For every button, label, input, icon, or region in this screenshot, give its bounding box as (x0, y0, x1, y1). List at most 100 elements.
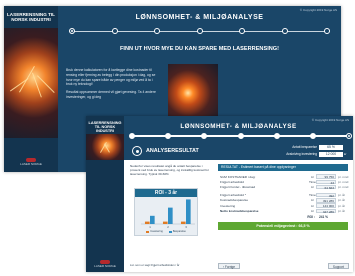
results-screen: LASERRENSNING TIL NORSK INDUSTRI LASER N… (86, 116, 353, 272)
result-label: Frigjort Fordel - tilkostnad (220, 184, 256, 189)
bar-besparelse (150, 215, 155, 224)
company-logo: LASER NORGE (89, 259, 121, 268)
result-unit: pr. år (338, 193, 346, 198)
step-dot[interactable] (111, 28, 118, 34)
app-title: LØNNSOMHET- & MILJØANALYSE (135, 14, 264, 21)
result-unit: pr. mnd (338, 179, 349, 184)
savings-percent-input[interactable]: 65 % (319, 144, 343, 150)
results-panel: RESULTAT - Estimert basert på dine opply… (218, 164, 348, 231)
laser-photo (86, 134, 124, 160)
bar-besparelse (186, 199, 191, 224)
input-block: Antatt besparelse 65 % Avskriving invest… (277, 144, 349, 158)
app-title: LØNNSOMHET- & MILJØANALYSE (180, 123, 297, 130)
result-currency: kr (311, 174, 314, 179)
logo-text: LASER NORGE (20, 161, 42, 166)
step-dot[interactable] (239, 28, 245, 34)
step-dot[interactable] (69, 28, 75, 34)
step-dot[interactable] (237, 133, 244, 139)
result-value: 144 000 (316, 203, 336, 208)
result-value: 99 750 (316, 174, 336, 179)
result-label: Frigjort arbeidstid * (220, 193, 246, 198)
step-dot[interactable] (165, 133, 172, 139)
input-row-savings: Antatt besparelse 65 % (277, 144, 349, 150)
input-label: Avskriving investering (286, 152, 317, 156)
sidebar-title: LASERRENSNING TIL NORSK INDUSTRI (88, 121, 122, 133)
step-progress (69, 28, 330, 34)
page-headline: FINN UT HVOR MYE DU KAN SPARE MED LASERR… (119, 46, 279, 52)
depreciation-input[interactable]: 12 000 (319, 151, 343, 157)
gain-value: 66,5 % (298, 224, 310, 229)
legend-item: Investering (146, 230, 163, 233)
result-label: Kostnadsbesparelse (220, 198, 249, 203)
legend-swatch (146, 230, 150, 233)
sidebar-title: LASERRENSNING TIL NORSK INDUSTRI (7, 12, 55, 22)
roi-label: ROI : (307, 215, 315, 220)
result-label: Netto kostnadsbesparelse (220, 208, 259, 213)
roi-chart-title: ROI - 3 år (135, 189, 197, 197)
intro-paragraph: Bruk denne kalkulatoren for å kartlegge … (66, 68, 156, 87)
section-title: ANALYSERESULTAT (146, 148, 199, 154)
gain-label: Potensiell miljøgevinst : (256, 224, 298, 229)
step-dot[interactable] (154, 28, 160, 34)
logo-text: LASER NORGE (94, 263, 116, 268)
result-unit: pr. mnd (338, 174, 349, 179)
legend-swatch (168, 230, 172, 233)
result-currency: Timer (309, 193, 317, 198)
result-value: 43 (316, 179, 336, 185)
environmental-gain-bar: Potensiell miljøgevinst : 66,5 % (218, 222, 348, 231)
footer-note: Lst. som er sagt frigjørt arbeidstiden /… (130, 263, 180, 267)
result-row: SUM KOSTNADER i dag: kr 99 750 pr. mnd (218, 174, 348, 179)
result-row: Frigjort arbeidstid Timer 43 pr. mnd (218, 179, 349, 185)
step-dot[interactable] (201, 133, 208, 139)
results-group: Frigjort arbeidstid * Timer 492 pr. år Kostn… (218, 192, 348, 214)
result-value: 64 663 (316, 184, 336, 190)
laser-cleaning-photo (168, 64, 218, 122)
roi-chart-panel: ROI - 3 år 1 2 3 Investering Besparelse (134, 188, 198, 236)
result-currency: kr (311, 203, 314, 208)
result-row: Netto kostnadsbesparelse kr 347 286 pr. år (218, 208, 348, 214)
support-button[interactable]: Support (327, 263, 349, 269)
input-row-depreciation: Avskriving investering 12 000 kr (277, 151, 349, 157)
bar-investering (162, 221, 168, 224)
result-row: Frigjort Fordel - tilkostnad kr 64 663 pr. … (218, 184, 349, 190)
legend-item: Besparelse (168, 230, 186, 233)
result-unit: pr. mnd (338, 184, 349, 189)
bar-investering (144, 221, 150, 224)
result-label: SUM KOSTNADER i dag: (220, 174, 256, 179)
x-tick-label: 3 (185, 225, 187, 229)
bar-besparelse (168, 207, 173, 224)
result-row: Frigjort arbeidstid * Timer 492 pr. år (218, 192, 348, 198)
result-label: Investering (220, 203, 236, 208)
result-unit: pr. år (338, 203, 346, 208)
result-row: Kostnadsbesparelse kr 491 286 pr. år (218, 198, 348, 203)
bar-investering (180, 221, 186, 224)
result-unit: pr. år (338, 198, 346, 203)
result-description: Nedenfor vises resultatet angå du antatt… (130, 164, 209, 177)
legend-label: Besparelse (172, 230, 186, 233)
copyright: © Copyright 2019 Norge AS (311, 118, 349, 122)
step-dot[interactable] (196, 28, 203, 34)
result-value: 491 286 (316, 198, 336, 203)
result-currency: Timer (309, 179, 317, 184)
roi-value: 241 % (318, 215, 328, 220)
x-tick-label: 2 (167, 225, 169, 229)
step-dot[interactable] (346, 133, 352, 139)
input-label: Antatt besparelse (292, 145, 317, 149)
results-group: SUM KOSTNADER i dag: kr 99 750 pr. mnd Frigj… (218, 174, 348, 190)
roi-chart: 1 2 3 (141, 199, 195, 229)
back-button[interactable]: ‹ Forrige (218, 263, 241, 269)
sidebar: LASERRENSNING TIL NORSK INDUSTRI LASER N… (4, 6, 58, 172)
step-dot[interactable] (309, 133, 316, 139)
copyright: © Copyright 2019 Norge AS (299, 8, 337, 12)
laser-photo (4, 28, 58, 138)
results-header-band: © Copyright 2019 Norge AS LØNNSOMHET- & … (124, 116, 353, 160)
result-unit: pr. år (338, 208, 346, 213)
results-main: © Copyright 2019 Norge AS LØNNSOMHET- & … (124, 116, 353, 272)
step-dot[interactable] (273, 133, 280, 139)
step-dot[interactable] (129, 133, 135, 139)
chart-legend: Investering Besparelse (135, 230, 197, 233)
step-dot[interactable] (324, 28, 330, 34)
step-dot[interactable] (281, 28, 288, 34)
sidebar: LASERRENSNING TIL NORSK INDUSTRI LASER N… (86, 116, 124, 272)
step-progress (129, 133, 352, 139)
